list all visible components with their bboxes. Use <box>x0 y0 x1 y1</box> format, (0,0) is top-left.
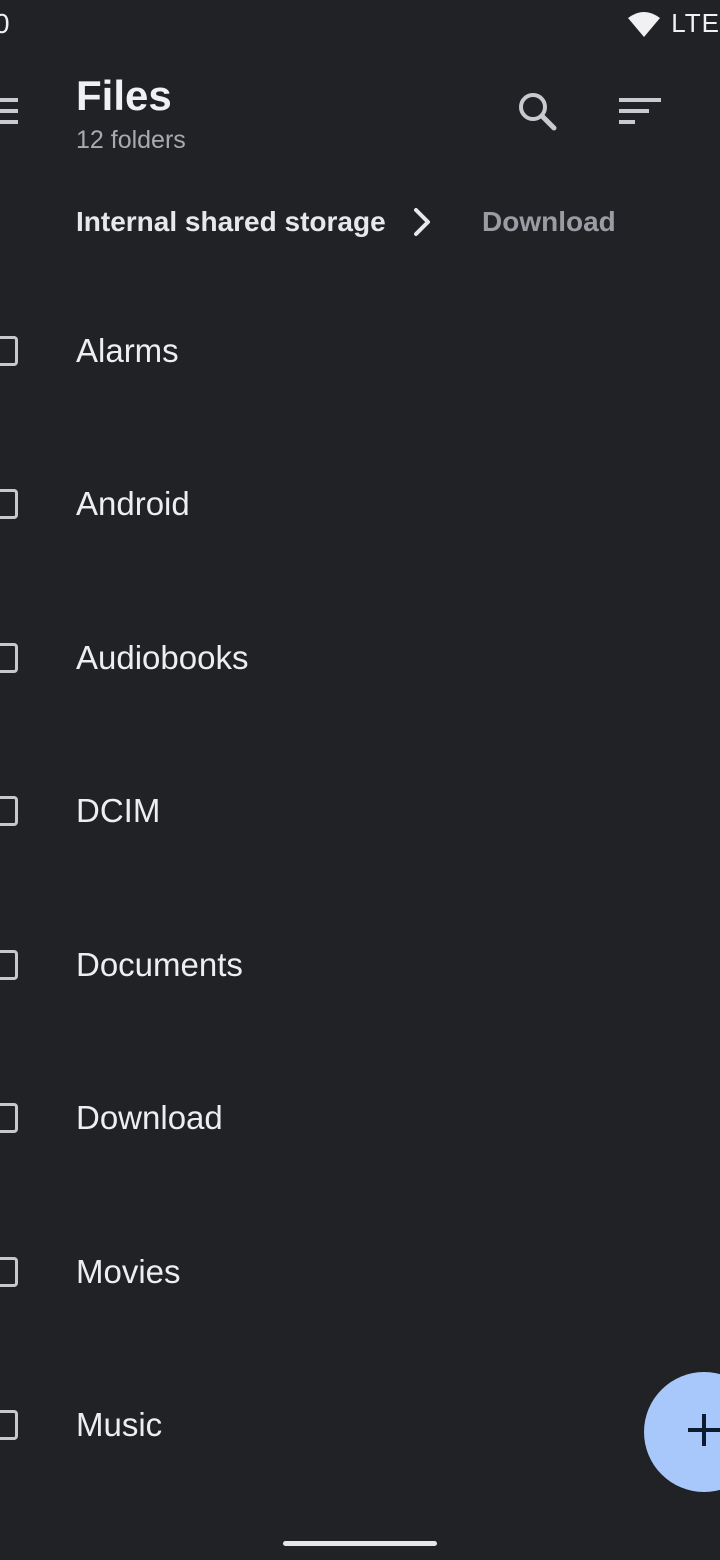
plus-icon <box>688 1414 720 1446</box>
checkbox[interactable] <box>0 642 18 673</box>
sort-button[interactable] <box>612 84 668 138</box>
list-item[interactable]: Download <box>0 1042 720 1196</box>
folder-name: Audiobooks <box>76 638 249 676</box>
folder-list: Alarms Android Audiobooks DCIM Documents… <box>0 274 720 1502</box>
list-item[interactable]: Music <box>0 1349 720 1503</box>
home-indicator[interactable] <box>283 1541 437 1546</box>
status-time: 0 <box>0 8 10 39</box>
search-button[interactable] <box>510 84 564 138</box>
folder-name: DCIM <box>76 792 161 830</box>
folder-name: Music <box>76 1406 163 1444</box>
list-item[interactable]: Alarms <box>0 274 720 428</box>
folder-name: Android <box>76 485 190 523</box>
network-type: LTE <box>671 8 720 38</box>
folder-name: Alarms <box>76 331 179 369</box>
page-title: Files <box>76 72 172 119</box>
chevron-right-icon <box>414 208 430 236</box>
folder-name: Download <box>76 1099 223 1137</box>
breadcrumb-current[interactable]: Download <box>482 206 616 238</box>
breadcrumb-root[interactable]: Internal shared storage <box>76 206 386 238</box>
menu-icon[interactable] <box>0 96 18 126</box>
sort-icon <box>619 98 661 124</box>
checkbox[interactable] <box>0 1103 18 1134</box>
wifi-icon <box>628 11 661 37</box>
list-item[interactable]: Android <box>0 428 720 582</box>
checkbox[interactable] <box>0 1410 18 1441</box>
list-item[interactable]: Movies <box>0 1195 720 1349</box>
checkbox[interactable] <box>0 1256 18 1287</box>
list-item[interactable]: Audiobooks <box>0 581 720 735</box>
files-screen: 0 LTE Files 12 folders Internal shared s… <box>0 0 720 1560</box>
checkbox[interactable] <box>0 949 18 980</box>
folder-name: Documents <box>76 945 243 983</box>
status-icons: LTE <box>627 8 720 39</box>
checkbox[interactable] <box>0 335 18 366</box>
folder-name: Movies <box>76 1252 181 1290</box>
list-item[interactable]: DCIM <box>0 735 720 889</box>
search-icon <box>519 93 557 131</box>
list-item[interactable]: Documents <box>0 888 720 1042</box>
folder-count: 12 folders <box>76 126 186 154</box>
checkbox[interactable] <box>0 796 18 827</box>
checkbox[interactable] <box>0 489 18 520</box>
